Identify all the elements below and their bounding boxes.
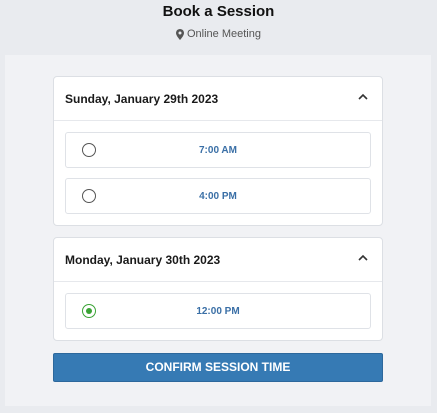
chevron-up-icon[interactable] [358, 93, 368, 100]
slot-time: 7:00 AM [199, 145, 237, 156]
card-divider [54, 120, 382, 121]
time-slot-7am[interactable]: 7:00 AM [65, 132, 371, 168]
time-slot-4pm[interactable]: 4:00 PM [65, 178, 371, 214]
map-pin-icon [176, 28, 184, 40]
day-header-sunday[interactable]: Sunday, January 29th 2023 [54, 77, 382, 121]
slot-time: 12:00 PM [196, 306, 240, 317]
day-card-monday: Monday, January 30th 2023 12:00 PM [53, 237, 383, 341]
page-title: Book a Session [162, 3, 275, 20]
chevron-up-icon[interactable] [358, 254, 368, 261]
time-slot-12pm[interactable]: 12:00 PM [65, 293, 371, 329]
slot-time: 4:00 PM [199, 191, 237, 202]
day-date: Sunday, January 29th 2023 [65, 92, 219, 106]
day-card-sunday: Sunday, January 29th 2023 7:00 AM 4:00 P… [53, 76, 383, 226]
page-header: Book a Session Online Meeting [0, 0, 437, 55]
location-line: Online Meeting [0, 28, 437, 40]
day-date: Monday, January 30th 2023 [65, 253, 221, 267]
location-text: Online Meeting [187, 28, 261, 40]
day-header-monday[interactable]: Monday, January 30th 2023 [54, 238, 382, 282]
card-divider [54, 281, 382, 282]
booking-panel: Sunday, January 29th 2023 7:00 AM 4:00 P… [5, 55, 431, 406]
confirm-session-button[interactable]: CONFIRM SESSION TIME [53, 353, 383, 382]
